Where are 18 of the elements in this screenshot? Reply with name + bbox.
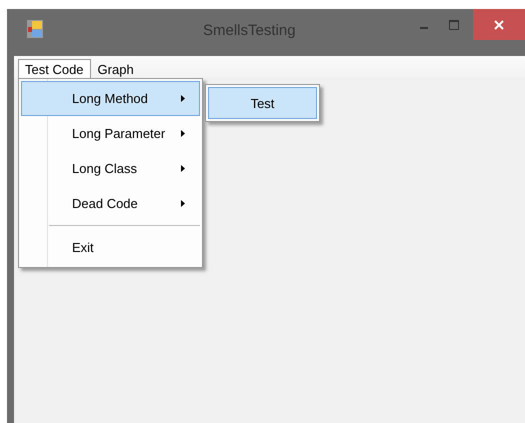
menu-item[interactable]: Graph [90, 59, 141, 79]
window-title: SmellsTesting [203, 22, 296, 39]
menu-item[interactable]: Test Code [18, 59, 91, 79]
submenu-arrow-icon [181, 200, 185, 207]
menu-item[interactable]: Exit [21, 230, 200, 265]
submenu-arrow-icon [181, 130, 185, 137]
submenu-arrow-icon [181, 165, 185, 172]
menu-item[interactable]: Dead Code [21, 186, 200, 221]
menu-item[interactable]: Long Class [21, 151, 200, 186]
maximize-icon [448, 18, 460, 30]
app-icon [27, 20, 43, 38]
menu-item[interactable]: Test [208, 87, 317, 119]
menu-item[interactable]: Long Parameter [21, 116, 200, 151]
submenu-arrow-icon [181, 95, 185, 102]
menu-item[interactable]: Long Method [21, 81, 200, 116]
close-icon [493, 18, 505, 30]
close-button[interactable] [473, 9, 525, 40]
minimize-icon [420, 26, 428, 28]
